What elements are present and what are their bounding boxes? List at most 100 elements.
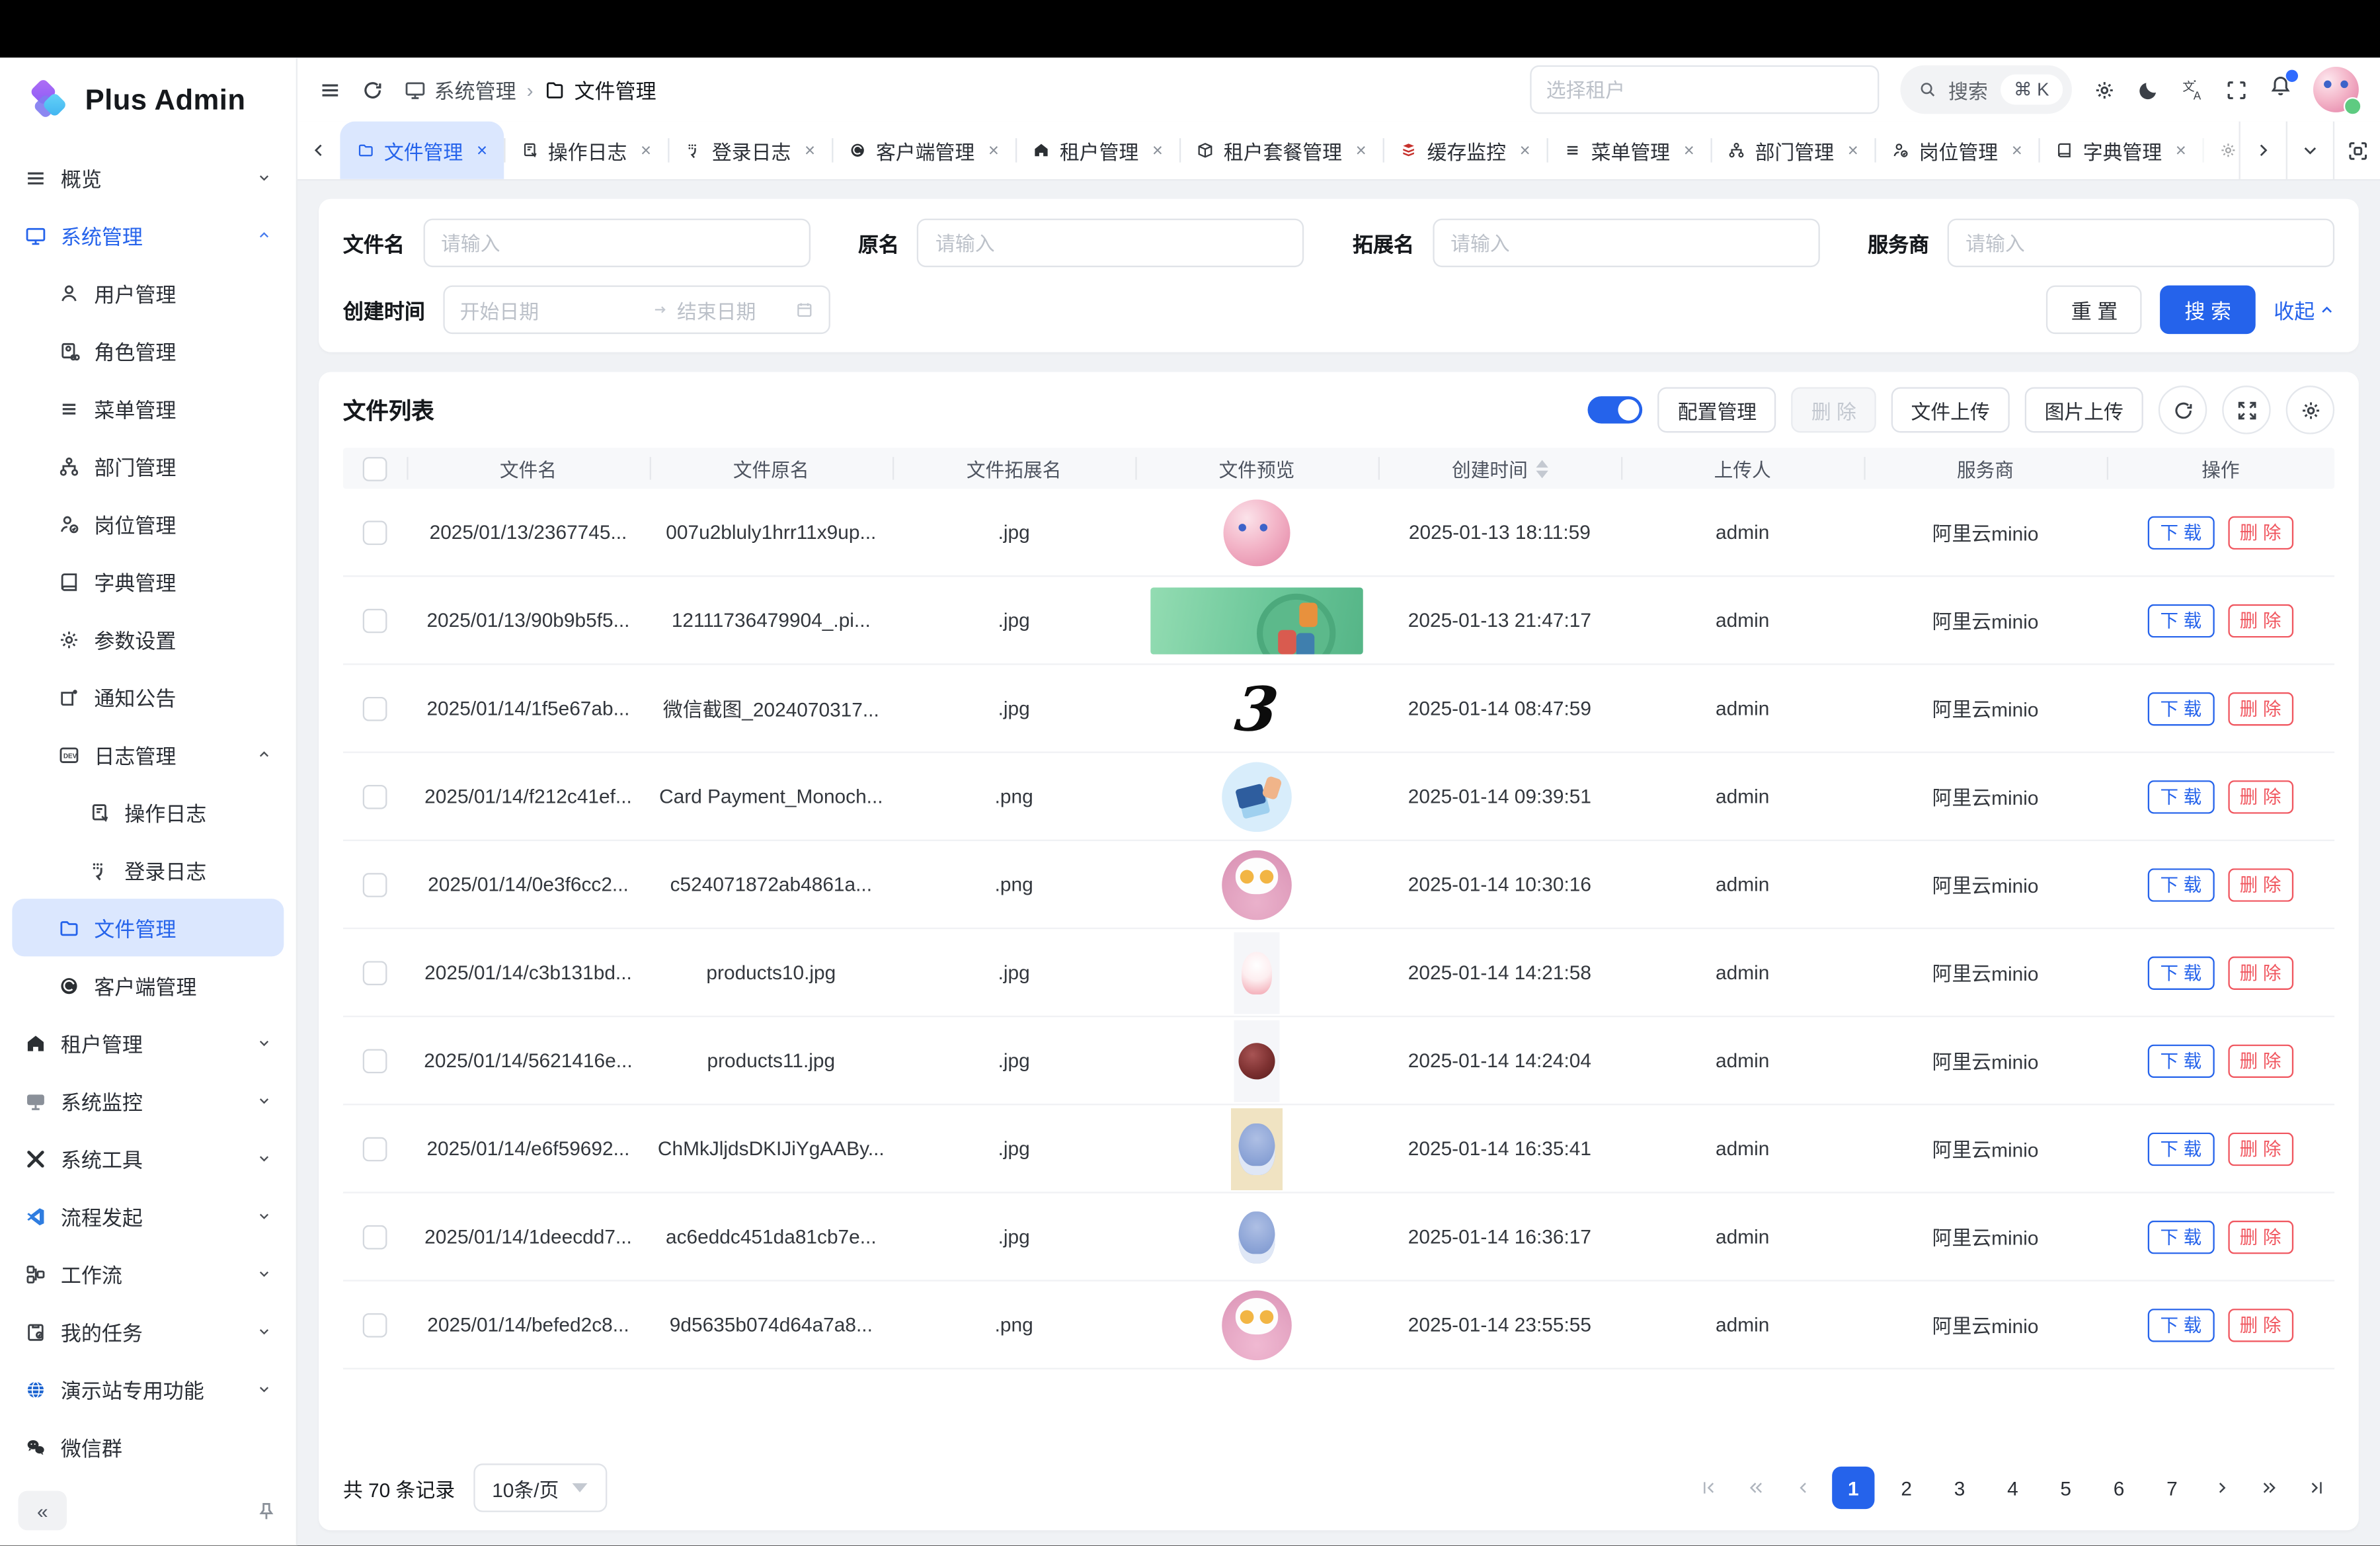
refresh-icon[interactable]	[361, 78, 383, 101]
delete-button[interactable]: 删 除	[2227, 1132, 2293, 1166]
download-button[interactable]: 下 载	[2148, 692, 2214, 725]
delete-button[interactable]: 删 除	[2227, 515, 2293, 549]
row-checkbox[interactable]	[363, 520, 387, 544]
tab-menu-manage[interactable]: 菜单管理×	[1547, 122, 1711, 179]
sidebar-item-workflow[interactable]: 工作流	[12, 1245, 284, 1303]
sidebar-item-system-manage[interactable]: 系统管理	[12, 206, 284, 264]
tab-close-icon[interactable]: ×	[805, 142, 815, 160]
pager-fast-next-icon[interactable]	[2251, 1467, 2287, 1510]
sidebar-item-menu-manage[interactable]: 菜单管理	[12, 380, 284, 437]
tab-param-setting[interactable]	[2203, 122, 2239, 179]
delete-button[interactable]: 删 除	[2227, 956, 2293, 989]
select-all-checkbox[interactable]	[363, 456, 387, 481]
sidebar-item-param-setting[interactable]: 参数设置	[12, 610, 284, 668]
tabs-scroll-right[interactable]	[2241, 122, 2287, 179]
sidebar-item-dept-manage[interactable]: 部门管理	[12, 437, 284, 495]
search-button[interactable]: 搜 索	[2161, 286, 2256, 334]
sidebar-item-op-log[interactable]: 操作日志	[12, 784, 284, 841]
tab-close-icon[interactable]: ×	[1152, 142, 1163, 160]
tab-tenant-package[interactable]: 租户套餐管理×	[1179, 122, 1383, 179]
pager-page-5[interactable]: 5	[2045, 1467, 2087, 1510]
pager-page-1[interactable]: 1	[1832, 1467, 1874, 1510]
user-avatar[interactable]	[2313, 67, 2359, 112]
provider-input[interactable]	[1948, 219, 2334, 267]
sidebar-item-login-log[interactable]: 登录日志	[12, 841, 284, 899]
pager-page-7[interactable]: 7	[2151, 1467, 2193, 1510]
dark-mode-moon-icon[interactable]	[2137, 78, 2160, 101]
file-preview-thumbnail[interactable]	[1135, 499, 1378, 565]
reset-button[interactable]: 重 置	[2047, 286, 2142, 334]
tab-file-manage[interactable]: 文件管理×	[340, 122, 504, 179]
tenant-select[interactable]	[1529, 65, 1878, 114]
sidebar-item-wechat-group[interactable]: 微信群	[12, 1418, 284, 1475]
download-button[interactable]: 下 载	[2148, 956, 2214, 989]
row-checkbox[interactable]	[363, 960, 387, 985]
pager-page-3[interactable]: 3	[1938, 1467, 1981, 1510]
tab-close-icon[interactable]: ×	[988, 142, 999, 160]
breadcrumb-item-current[interactable]: 文件管理	[544, 75, 656, 105]
sidebar-item-overview[interactable]: 概览	[12, 149, 284, 206]
tab-close-icon[interactable]: ×	[1356, 142, 1367, 160]
file-preview-thumbnail[interactable]	[1135, 1108, 1378, 1190]
download-button[interactable]: 下 载	[2148, 1308, 2214, 1342]
sidebar-item-user-manage[interactable]: 用户管理	[12, 264, 284, 321]
row-checkbox[interactable]	[363, 872, 387, 897]
date-range-picker[interactable]: 开始日期 结束日期	[443, 286, 830, 334]
table-refresh-icon[interactable]	[2159, 386, 2207, 434]
fullscreen-icon[interactable]	[2225, 78, 2248, 101]
sidebar-item-my-tasks[interactable]: 我的任务	[12, 1303, 284, 1360]
row-checkbox[interactable]	[363, 696, 387, 721]
translate-icon[interactable]: 文A	[2181, 78, 2203, 101]
tab-close-icon[interactable]: ×	[477, 142, 487, 160]
file-preview-thumbnail[interactable]	[1135, 587, 1378, 653]
pager-last-icon[interactable]	[2298, 1467, 2334, 1510]
tabs-dropdown[interactable]	[2287, 122, 2334, 179]
sidebar-item-log-manage[interactable]: DEV日志管理	[12, 725, 284, 783]
tab-cache-monitor[interactable]: 缓存监控×	[1383, 122, 1547, 179]
file-name-input[interactable]	[422, 219, 809, 267]
tab-client-manage[interactable]: 客户端管理×	[832, 122, 1015, 179]
delete-button[interactable]: 删 除	[2227, 868, 2293, 901]
settings-gear-icon[interactable]	[2093, 78, 2116, 101]
sidebar-item-system-monitor[interactable]: 系统监控	[12, 1072, 284, 1129]
content-fullscreen-icon[interactable]	[2334, 122, 2380, 179]
pager-next-icon[interactable]	[2204, 1467, 2241, 1510]
tab-op-log[interactable]: 操作日志×	[504, 122, 668, 179]
sidebar-item-tenant-manage[interactable]: 租户管理	[12, 1014, 284, 1072]
batch-delete-button[interactable]: 删 除	[1792, 387, 1876, 432]
app-logo[interactable]: Plus Admin	[0, 58, 296, 145]
table-expand-icon[interactable]	[2222, 386, 2270, 434]
file-preview-thumbnail[interactable]: 3	[1135, 672, 1378, 745]
table-settings-icon[interactable]	[2286, 386, 2334, 434]
file-preview-thumbnail[interactable]	[1135, 932, 1378, 1014]
search-panel-toggle[interactable]	[1588, 396, 1643, 423]
sidebar-item-demo-features[interactable]: 演示站专用功能	[12, 1360, 284, 1418]
row-checkbox[interactable]	[363, 1225, 387, 1249]
tabs-scroll-left[interactable]	[298, 122, 340, 179]
sidebar-item-system-tools[interactable]: 系统工具	[12, 1129, 284, 1187]
download-button[interactable]: 下 载	[2148, 1132, 2214, 1166]
delete-button[interactable]: 删 除	[2227, 692, 2293, 725]
sidebar-item-dict-manage[interactable]: 字典管理	[12, 553, 284, 610]
sidebar-item-post-manage[interactable]: 岗位管理	[12, 495, 284, 552]
tab-post-manage[interactable]: 岗位管理×	[1875, 122, 2039, 179]
pin-icon[interactable]	[255, 1500, 278, 1522]
delete-button[interactable]: 删 除	[2227, 1043, 2293, 1077]
file-preview-thumbnail[interactable]	[1135, 761, 1378, 831]
delete-button[interactable]: 删 除	[2227, 780, 2293, 813]
download-button[interactable]: 下 载	[2148, 1220, 2214, 1254]
file-preview-thumbnail[interactable]	[1135, 1020, 1378, 1102]
download-button[interactable]: 下 载	[2148, 515, 2214, 549]
tab-close-icon[interactable]: ×	[641, 142, 651, 160]
delete-button[interactable]: 删 除	[2227, 1220, 2293, 1254]
pager-page-6[interactable]: 6	[2098, 1467, 2140, 1510]
tab-dept-manage[interactable]: 部门管理×	[1711, 122, 1875, 179]
tab-dict-manage[interactable]: 字典管理×	[2039, 122, 2203, 179]
download-button[interactable]: 下 载	[2148, 1043, 2214, 1077]
tab-close-icon[interactable]: ×	[2176, 142, 2186, 160]
collapse-filters-link[interactable]: 收起	[2274, 294, 2334, 325]
global-search[interactable]: 搜索 ⌘ K	[1900, 65, 2072, 114]
delete-button[interactable]: 删 除	[2227, 604, 2293, 637]
tab-close-icon[interactable]: ×	[1684, 142, 1694, 160]
notifications-bell[interactable]	[2269, 75, 2291, 105]
